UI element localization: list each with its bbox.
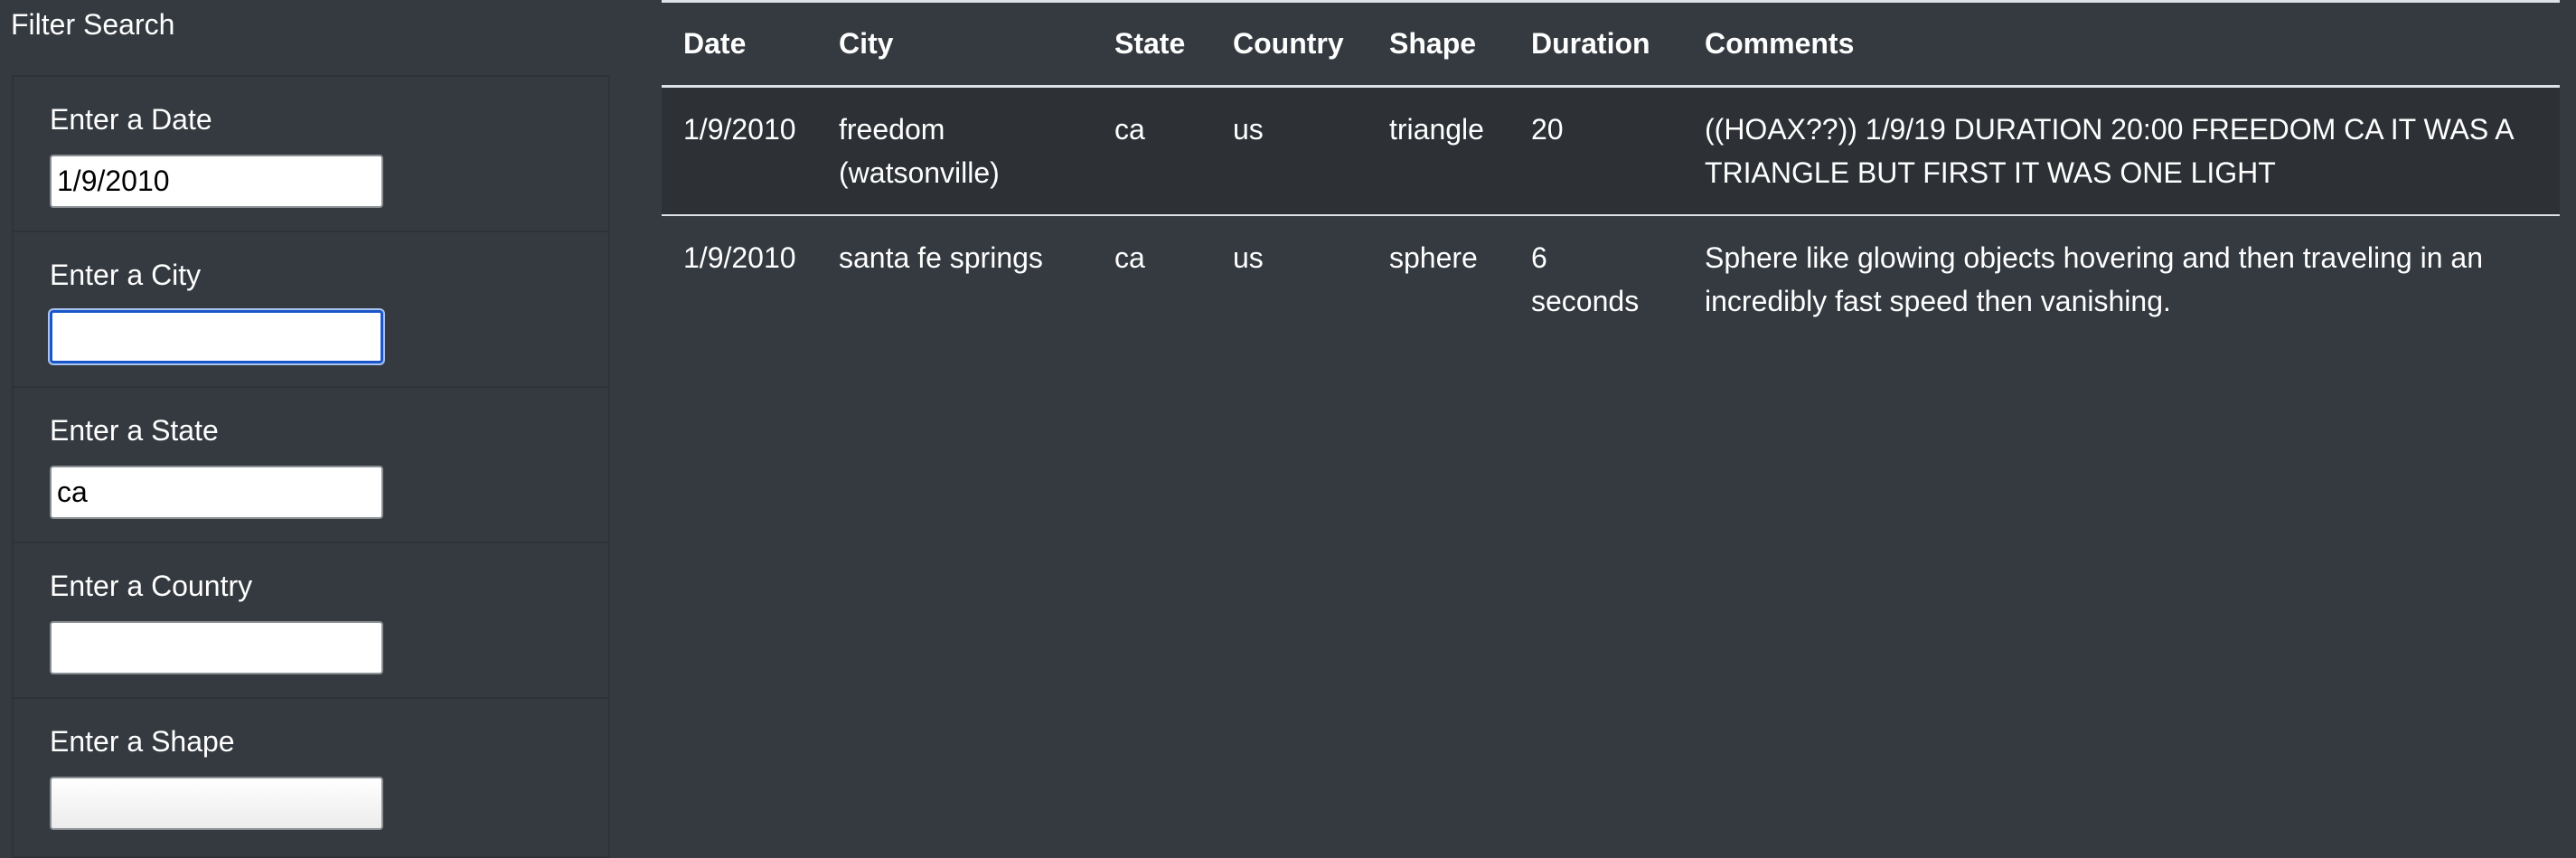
column-header-date: Date xyxy=(683,27,747,60)
city-label: Enter a City xyxy=(50,259,202,291)
cell-comments: ((HOAX??)) 1/9/19 DURATION 20:00 FREEDOM… xyxy=(1705,113,2513,189)
table-row: 1/9/2010 santa fe springs ca us sphere 6… xyxy=(662,215,2560,343)
cell-state: ca xyxy=(1114,241,1145,274)
filter-item-date: Enter a Date xyxy=(14,77,608,232)
column-header-country: Country xyxy=(1233,27,1344,60)
column-header-shape: Shape xyxy=(1389,27,1477,60)
column-header-city: City xyxy=(839,27,894,60)
cell-date: 1/9/2010 xyxy=(683,113,796,146)
cell-state: ca xyxy=(1114,113,1145,146)
shape-input[interactable] xyxy=(50,777,383,830)
header-row: Date City State Country Shape Duration C… xyxy=(662,1,2560,87)
cell-country: us xyxy=(1233,241,1264,274)
table-header: Date City State Country Shape Duration C… xyxy=(662,1,2560,87)
date-input[interactable] xyxy=(50,155,383,208)
cell-country: us xyxy=(1233,113,1264,146)
cell-city: santa fe springs xyxy=(839,241,1043,274)
country-label: Enter a Country xyxy=(50,570,253,602)
column-header-state: State xyxy=(1114,27,1186,60)
filter-item-country: Enter a Country xyxy=(14,543,608,699)
filter-item-city: Enter a City xyxy=(14,232,608,388)
filter-item-state: Enter a State xyxy=(14,388,608,543)
cell-shape: sphere xyxy=(1389,241,1478,274)
country-input[interactable] xyxy=(50,621,383,674)
ufo-table-container: Date City State Country Shape Duration C… xyxy=(662,0,2560,343)
cell-duration: 20 xyxy=(1531,113,1564,146)
city-input[interactable] xyxy=(50,310,383,363)
filter-list: Enter a Date Enter a City Enter a State … xyxy=(12,75,610,858)
ufo-sightings-table: Date City State Country Shape Duration C… xyxy=(662,0,2560,343)
filter-sidebar: Filter Search Enter a Date Enter a City … xyxy=(0,0,615,858)
cell-date: 1/9/2010 xyxy=(683,241,796,274)
state-label: Enter a State xyxy=(50,414,219,447)
filter-item-shape: Enter a Shape xyxy=(14,699,608,856)
cell-shape: triangle xyxy=(1389,113,1484,146)
table-body: 1/9/2010 freedom (watsonville) ca us tri… xyxy=(662,86,2560,344)
shape-label: Enter a Shape xyxy=(50,725,235,758)
table-row: 1/9/2010 freedom (watsonville) ca us tri… xyxy=(662,86,2560,215)
state-input[interactable] xyxy=(50,466,383,519)
cell-duration: 6 seconds xyxy=(1531,241,1640,317)
column-header-duration: Duration xyxy=(1531,27,1650,60)
date-label: Enter a Date xyxy=(50,103,212,136)
cell-city: freedom (watsonville) xyxy=(839,113,1000,189)
filter-search-title: Filter Search xyxy=(11,8,175,41)
cell-comments: Sphere like glowing objects hovering and… xyxy=(1705,241,2483,317)
column-header-comments: Comments xyxy=(1705,27,1855,60)
